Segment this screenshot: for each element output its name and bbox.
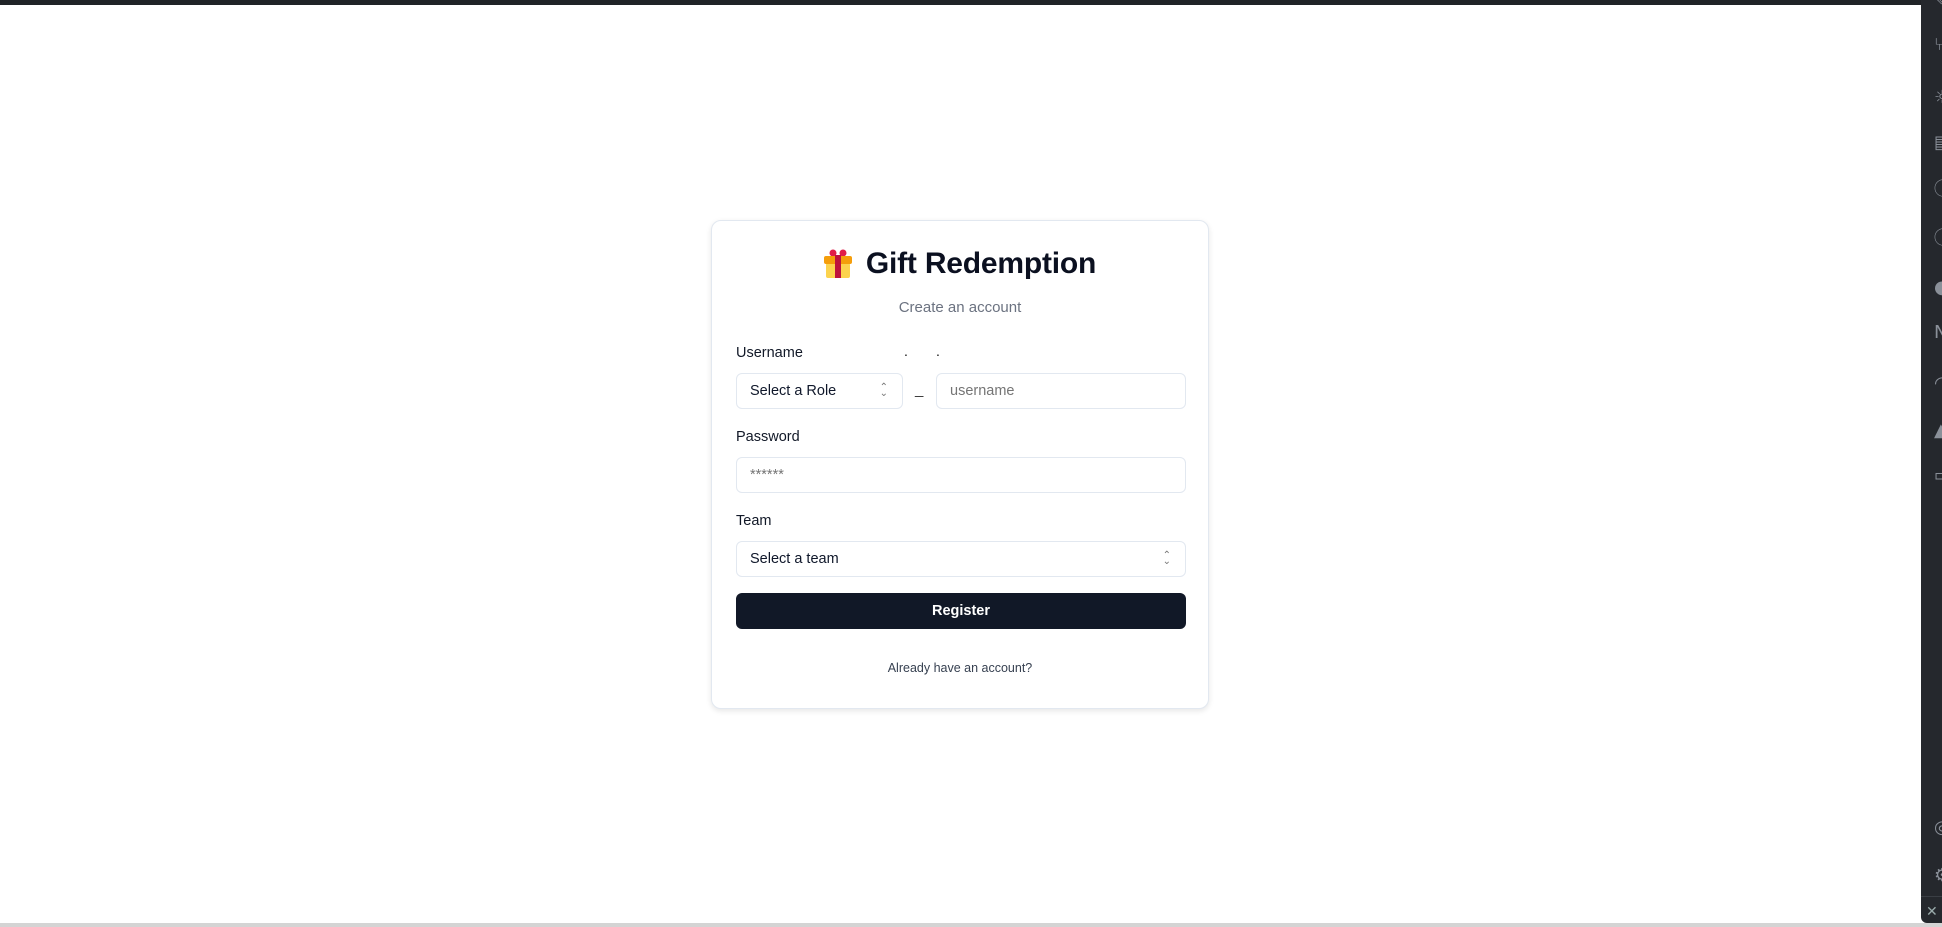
team-label: Team xyxy=(736,513,772,529)
page-subtitle: Create an account xyxy=(898,299,1022,316)
info-icon[interactable]: ⓘ xyxy=(1934,229,1942,249)
password-label: Password xyxy=(736,429,800,445)
wifi-icon[interactable]: ◠ xyxy=(1934,374,1942,394)
page-title: Gift Redemption xyxy=(865,247,1097,280)
gift-icon xyxy=(823,249,852,279)
debug-icon[interactable]: ☼ xyxy=(1934,88,1942,108)
info-icon[interactable]: ⓘ xyxy=(1934,180,1942,200)
register-card: Gift Redemption Create an account Userna… xyxy=(711,220,1209,709)
team-select-value: Select a team xyxy=(750,551,839,567)
layout-icon[interactable]: ▤ xyxy=(1934,133,1942,153)
chevron-up-down-icon: ⌃ ⌄ xyxy=(1162,550,1171,567)
a-icon[interactable]: ▲ xyxy=(1934,421,1942,441)
account-icon[interactable]: ◎ xyxy=(1934,818,1942,838)
login-link[interactable]: Already have an account? xyxy=(712,661,1208,675)
divider xyxy=(1921,896,1942,897)
side-activity-bar: ✎ ⑂ ☼ ▤ ⓘ ⓘ ● N ◠ ▲ ▭ ◎ ⚙ ✕ xyxy=(1921,0,1942,923)
git-branch-icon[interactable]: ⑂ xyxy=(1934,35,1942,55)
decorative-dot: . xyxy=(936,343,940,359)
settings-icon[interactable]: ⚙ xyxy=(1934,866,1942,886)
register-button[interactable]: Register xyxy=(736,593,1186,629)
docker-icon[interactable]: ● xyxy=(1934,278,1942,298)
username-separator: _ xyxy=(915,381,924,398)
header: Gift Redemption xyxy=(712,247,1208,281)
username-input-wrap[interactable] xyxy=(936,373,1186,409)
username-input[interactable] xyxy=(937,374,1185,408)
decorative-dot: . xyxy=(904,343,908,359)
team-select[interactable]: Select a team ⌃ ⌄ xyxy=(736,541,1186,577)
close-icon[interactable]: ✕ xyxy=(1926,902,1942,922)
chevron-up-down-icon: ⌃ ⌄ xyxy=(879,382,888,399)
pencil-icon[interactable]: ✎ xyxy=(1934,0,1942,12)
bottom-edge xyxy=(0,923,1942,927)
browser-top-bar xyxy=(0,0,1921,5)
comment-icon[interactable]: ▭ xyxy=(1934,466,1942,486)
username-label: Username xyxy=(736,345,803,361)
password-input-wrap[interactable] xyxy=(736,457,1186,493)
role-select-value: Select a Role xyxy=(750,383,837,399)
n-icon[interactable]: N xyxy=(1934,323,1942,343)
role-select[interactable]: Select a Role ⌃ ⌄ xyxy=(736,373,903,409)
password-input[interactable] xyxy=(737,458,1185,492)
